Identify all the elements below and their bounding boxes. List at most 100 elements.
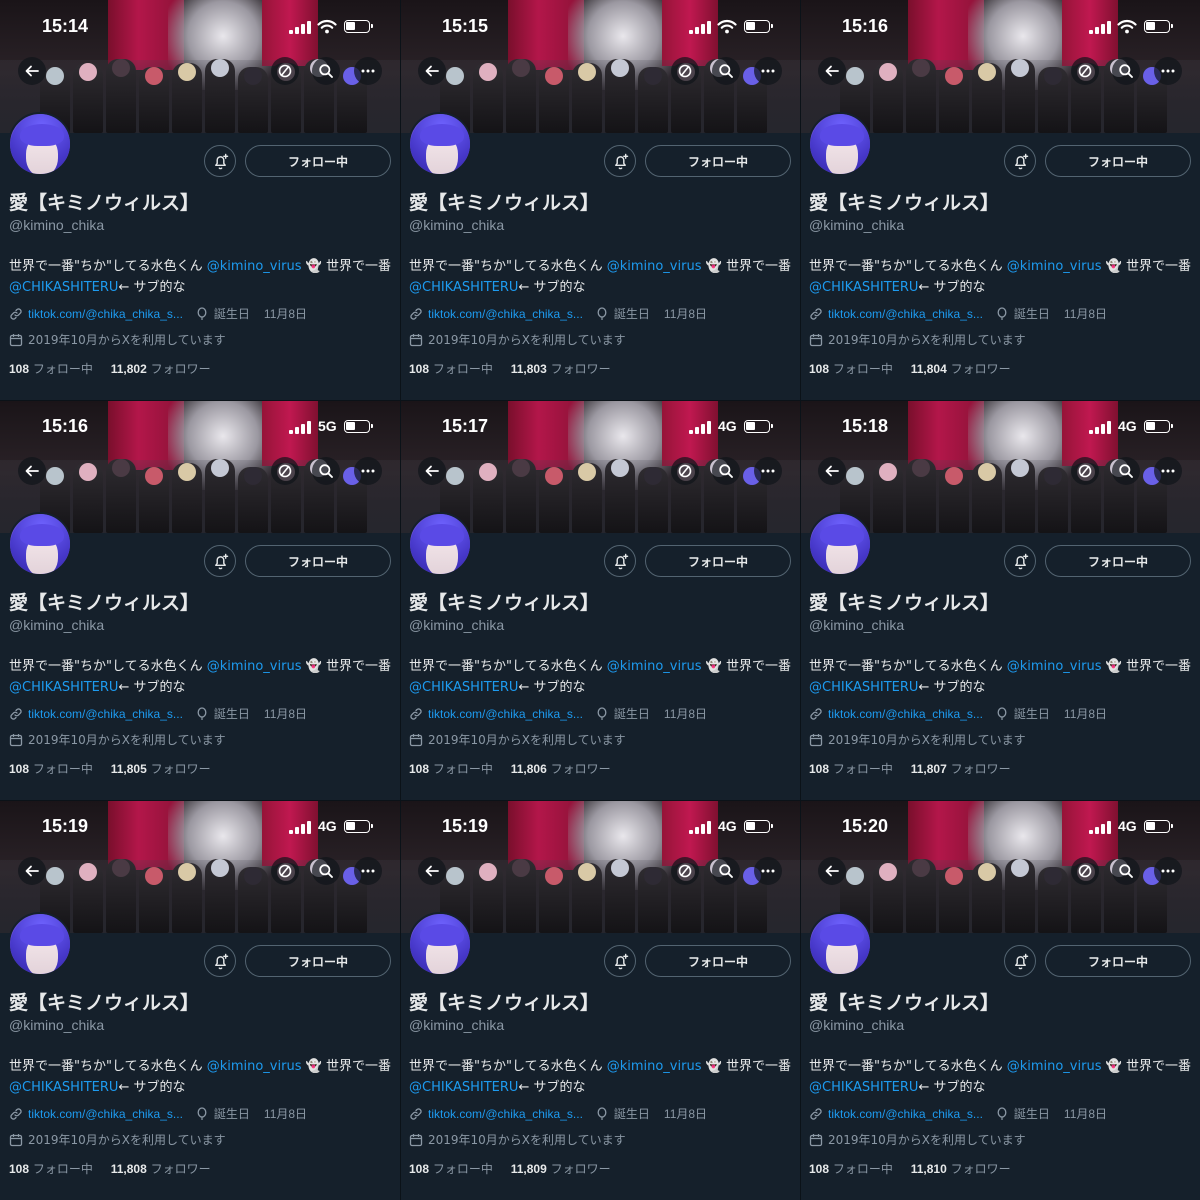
mute-notify-button[interactable]	[271, 57, 299, 85]
followers-count-link[interactable]: 11,803 フォロワー	[511, 362, 611, 376]
avatar[interactable]	[808, 912, 872, 976]
followers-count-link[interactable]: 11,808 フォロワー	[111, 1162, 211, 1176]
avatar[interactable]	[408, 912, 472, 976]
more-button[interactable]	[354, 857, 382, 885]
followers-count-link[interactable]: 11,807 フォロワー	[911, 762, 1011, 776]
notification-button[interactable]	[1004, 945, 1036, 977]
more-button[interactable]	[354, 57, 382, 85]
back-button[interactable]	[418, 457, 446, 485]
following-count-link[interactable]: 108 フォロー中	[409, 762, 493, 776]
more-button[interactable]	[754, 857, 782, 885]
notification-button[interactable]	[204, 145, 236, 177]
bio-mention-link[interactable]: @kimino_virus	[207, 1059, 302, 1074]
search-button[interactable]	[1112, 457, 1140, 485]
bio-mention-link[interactable]: @kimino_virus	[607, 1059, 702, 1074]
profile-website-link[interactable]: tiktok.com/@chika_chika_s...	[428, 307, 583, 321]
bio-mention-link[interactable]: @CHIKASHITERU	[9, 1080, 118, 1095]
more-button[interactable]	[1154, 857, 1182, 885]
search-button[interactable]	[312, 457, 340, 485]
search-button[interactable]	[712, 457, 740, 485]
mute-notify-button[interactable]	[271, 857, 299, 885]
profile-website-link[interactable]: tiktok.com/@chika_chika_s...	[828, 707, 983, 721]
followers-count-link[interactable]: 11,809 フォロワー	[511, 1162, 611, 1176]
bio-mention-link[interactable]: @kimino_virus	[607, 259, 702, 274]
following-button[interactable]: フォロー中	[1045, 945, 1191, 977]
following-button[interactable]: フォロー中	[645, 945, 791, 977]
followers-count-link[interactable]: 11,806 フォロワー	[511, 762, 611, 776]
bio-mention-link[interactable]: @kimino_virus	[207, 659, 302, 674]
following-button[interactable]: フォロー中	[645, 145, 791, 177]
bio-mention-link[interactable]: @CHIKASHITERU	[9, 280, 118, 295]
back-button[interactable]	[818, 857, 846, 885]
back-button[interactable]	[818, 57, 846, 85]
more-button[interactable]	[754, 457, 782, 485]
mute-notify-button[interactable]	[671, 57, 699, 85]
notification-button[interactable]	[204, 545, 236, 577]
avatar[interactable]	[8, 512, 72, 576]
avatar[interactable]	[408, 512, 472, 576]
mute-notify-button[interactable]	[1071, 457, 1099, 485]
profile-website-link[interactable]: tiktok.com/@chika_chika_s...	[828, 1107, 983, 1121]
following-button[interactable]: フォロー中	[1045, 145, 1191, 177]
profile-website-link[interactable]: tiktok.com/@chika_chika_s...	[28, 307, 183, 321]
bio-mention-link[interactable]: @CHIKASHITERU	[409, 1080, 518, 1095]
bio-mention-link[interactable]: @CHIKASHITERU	[809, 680, 918, 695]
back-button[interactable]	[418, 57, 446, 85]
following-button[interactable]: フォロー中	[1045, 545, 1191, 577]
profile-website-link[interactable]: tiktok.com/@chika_chika_s...	[828, 307, 983, 321]
back-button[interactable]	[18, 57, 46, 85]
following-count-link[interactable]: 108 フォロー中	[409, 1162, 493, 1176]
bio-mention-link[interactable]: @kimino_virus	[207, 259, 302, 274]
notification-button[interactable]	[1004, 545, 1036, 577]
profile-website-link[interactable]: tiktok.com/@chika_chika_s...	[28, 707, 183, 721]
more-button[interactable]	[754, 57, 782, 85]
following-count-link[interactable]: 108 フォロー中	[809, 362, 893, 376]
back-button[interactable]	[418, 857, 446, 885]
bio-mention-link[interactable]: @kimino_virus	[1007, 259, 1102, 274]
following-count-link[interactable]: 108 フォロー中	[809, 1162, 893, 1176]
search-button[interactable]	[712, 57, 740, 85]
bio-mention-link[interactable]: @kimino_virus	[1007, 659, 1102, 674]
mute-notify-button[interactable]	[271, 457, 299, 485]
profile-website-link[interactable]: tiktok.com/@chika_chika_s...	[428, 1107, 583, 1121]
following-count-link[interactable]: 108 フォロー中	[9, 1162, 93, 1176]
mute-notify-button[interactable]	[1071, 857, 1099, 885]
avatar[interactable]	[8, 112, 72, 176]
more-button[interactable]	[1154, 57, 1182, 85]
bio-mention-link[interactable]: @kimino_virus	[1007, 1059, 1102, 1074]
profile-website-link[interactable]: tiktok.com/@chika_chika_s...	[428, 707, 583, 721]
following-count-link[interactable]: 108 フォロー中	[9, 362, 93, 376]
notification-button[interactable]	[1004, 145, 1036, 177]
back-button[interactable]	[818, 457, 846, 485]
following-count-link[interactable]: 108 フォロー中	[9, 762, 93, 776]
mute-notify-button[interactable]	[671, 857, 699, 885]
mute-notify-button[interactable]	[1071, 57, 1099, 85]
notification-button[interactable]	[604, 945, 636, 977]
profile-website-link[interactable]: tiktok.com/@chika_chika_s...	[28, 1107, 183, 1121]
search-button[interactable]	[1112, 857, 1140, 885]
search-button[interactable]	[712, 857, 740, 885]
following-button[interactable]: フォロー中	[245, 145, 391, 177]
bio-mention-link[interactable]: @CHIKASHITERU	[809, 1080, 918, 1095]
followers-count-link[interactable]: 11,810 フォロワー	[911, 1162, 1011, 1176]
avatar[interactable]	[808, 112, 872, 176]
back-button[interactable]	[18, 457, 46, 485]
avatar[interactable]	[8, 912, 72, 976]
search-button[interactable]	[312, 857, 340, 885]
following-button[interactable]: フォロー中	[245, 545, 391, 577]
more-button[interactable]	[354, 457, 382, 485]
back-button[interactable]	[18, 857, 46, 885]
bio-mention-link[interactable]: @CHIKASHITERU	[9, 680, 118, 695]
notification-button[interactable]	[604, 545, 636, 577]
search-button[interactable]	[312, 57, 340, 85]
following-count-link[interactable]: 108 フォロー中	[409, 362, 493, 376]
avatar[interactable]	[408, 112, 472, 176]
followers-count-link[interactable]: 11,804 フォロワー	[911, 362, 1011, 376]
notification-button[interactable]	[604, 145, 636, 177]
notification-button[interactable]	[204, 945, 236, 977]
mute-notify-button[interactable]	[671, 457, 699, 485]
search-button[interactable]	[1112, 57, 1140, 85]
following-button[interactable]: フォロー中	[245, 945, 391, 977]
followers-count-link[interactable]: 11,802 フォロワー	[111, 362, 211, 376]
avatar[interactable]	[808, 512, 872, 576]
